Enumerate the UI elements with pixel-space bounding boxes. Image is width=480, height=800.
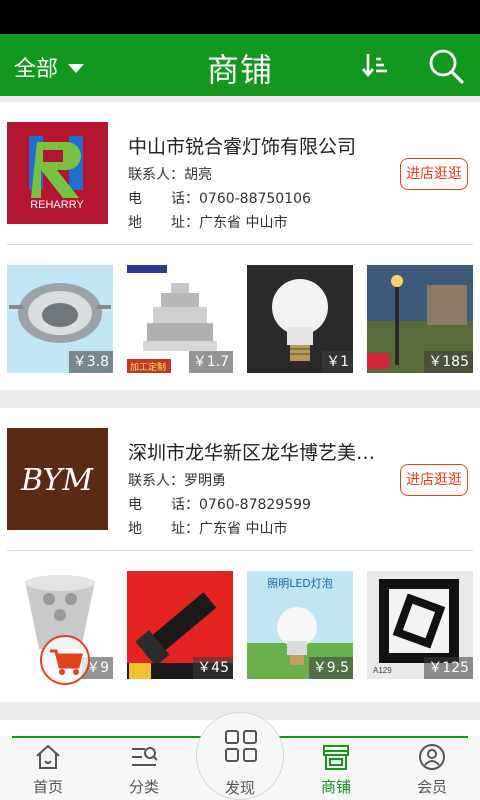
search-icon xyxy=(429,49,464,84)
product-price: ￥3.8 xyxy=(68,351,113,373)
home-icon xyxy=(36,744,60,769)
search-button[interactable] xyxy=(426,46,466,86)
visit-shop-button[interactable]: 进店逛逛 xyxy=(400,464,468,496)
address-value: 广东省 中山市 xyxy=(199,215,288,231)
product-price: ￥185 xyxy=(424,351,473,373)
shop-address: 地址：广东省 中山市 xyxy=(128,212,287,232)
tab-label: 商铺 xyxy=(320,778,351,796)
sort-icon xyxy=(362,54,387,78)
shop-contact: 联系人：胡亮 xyxy=(128,164,212,184)
product-price: ￥45 xyxy=(193,657,233,679)
shopping-cart-icon xyxy=(50,649,83,675)
address-label: 地 xyxy=(128,215,142,231)
filter-label: 全部 xyxy=(14,57,59,82)
phone-label: 电 xyxy=(128,191,142,207)
shop-address: 地址：广东省 中山市 xyxy=(128,518,287,538)
member-icon xyxy=(419,744,445,770)
svg-text:A129: A129 xyxy=(373,666,392,675)
product-thumbnail[interactable]: A129 ￥125 xyxy=(367,571,473,679)
product-price: ￥1 xyxy=(322,351,353,373)
phone-label: 电 xyxy=(128,497,142,513)
shop-name[interactable]: 中山市锐合睿灯饰有限公司 xyxy=(128,132,393,159)
product-thumbnail[interactable]: ￥3.8 xyxy=(7,265,113,373)
svg-text:BYM: BYM xyxy=(20,463,94,498)
shop-name[interactable]: 深圳市龙华新区龙华博艺美灯饰 xyxy=(128,438,393,465)
tab-home[interactable]: 首页 xyxy=(0,736,96,800)
visit-shop-button[interactable]: 进店逛逛 xyxy=(400,158,468,190)
tab-label: 分类 xyxy=(128,778,159,796)
sort-button[interactable] xyxy=(360,50,390,80)
contact-value: 胡亮 xyxy=(184,167,212,183)
shop-card: REHARRY 中山市锐合睿灯饰有限公司 联系人：胡亮 电话：0760-8875… xyxy=(0,102,480,390)
tab-label: 发现 xyxy=(224,779,255,797)
category-icon xyxy=(132,747,158,766)
shop-logo[interactable]: REHARRY xyxy=(7,122,108,224)
contact-value: 罗明勇 xyxy=(184,473,226,489)
contact-label: 联系人： xyxy=(128,473,184,489)
product-price: ￥125 xyxy=(424,657,473,679)
status-bar xyxy=(0,0,480,34)
divider xyxy=(7,244,473,245)
phone-value: 0760-87829599 xyxy=(199,497,311,513)
svg-text:REHARRY: REHARRY xyxy=(30,199,84,211)
product-thumbnail[interactable]: ￥185 xyxy=(367,265,473,373)
discover-icon xyxy=(225,730,257,762)
svg-text:加工定制: 加工定制 xyxy=(130,361,166,372)
top-app-bar: 全部 商铺 xyxy=(0,34,480,96)
address-value: 广东省 中山市 xyxy=(199,521,288,537)
phone-value: 0760-88750106 xyxy=(199,191,311,207)
product-thumbnail[interactable]: ￥1 xyxy=(247,265,353,373)
shop-icon xyxy=(323,745,349,770)
tab-label: 首页 xyxy=(32,778,63,796)
address-label: 地 xyxy=(128,521,142,537)
product-thumbnail[interactable]: ￥45 xyxy=(127,571,233,679)
shop-phone: 电话：0760-88750106 xyxy=(128,188,311,208)
divider xyxy=(7,550,473,551)
tab-shop[interactable]: 商铺 xyxy=(288,736,384,800)
shop-logo[interactable]: BYM xyxy=(7,428,108,530)
cart-button[interactable] xyxy=(40,635,90,685)
product-price: ￥9.5 xyxy=(308,657,353,679)
product-price: ￥1.7 xyxy=(188,351,233,373)
tab-discover[interactable]: 发现 xyxy=(196,712,284,800)
svg-text:照明LED灯泡: 照明LED灯泡 xyxy=(267,576,333,590)
product-thumbnail[interactable]: 照明LED灯泡 ￥9.5 xyxy=(247,571,353,679)
tab-member[interactable]: 会员 xyxy=(384,736,480,800)
contact-label: 联系人： xyxy=(128,167,184,183)
product-thumbnail[interactable]: 加工定制 ￥1.7 xyxy=(127,265,233,373)
category-filter-dropdown[interactable]: 全部 xyxy=(14,51,85,83)
tab-label: 会员 xyxy=(416,778,447,796)
dropdown-triangle-icon xyxy=(68,63,85,73)
shop-phone: 电话：0760-87829599 xyxy=(128,494,311,514)
shop-contact: 联系人：罗明勇 xyxy=(128,470,226,490)
tab-category[interactable]: 分类 xyxy=(96,736,192,800)
